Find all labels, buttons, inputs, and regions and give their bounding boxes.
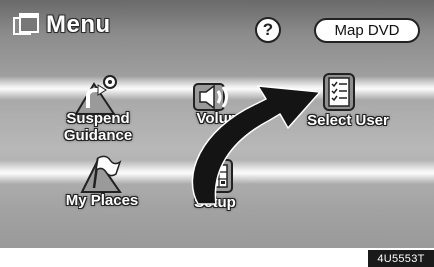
figure-code: 4U5553T <box>368 250 434 267</box>
nav-screen: Menu ? Map DVD Suspend Guidance Volume S… <box>0 0 434 248</box>
curved-arrow-icon <box>191 85 321 205</box>
